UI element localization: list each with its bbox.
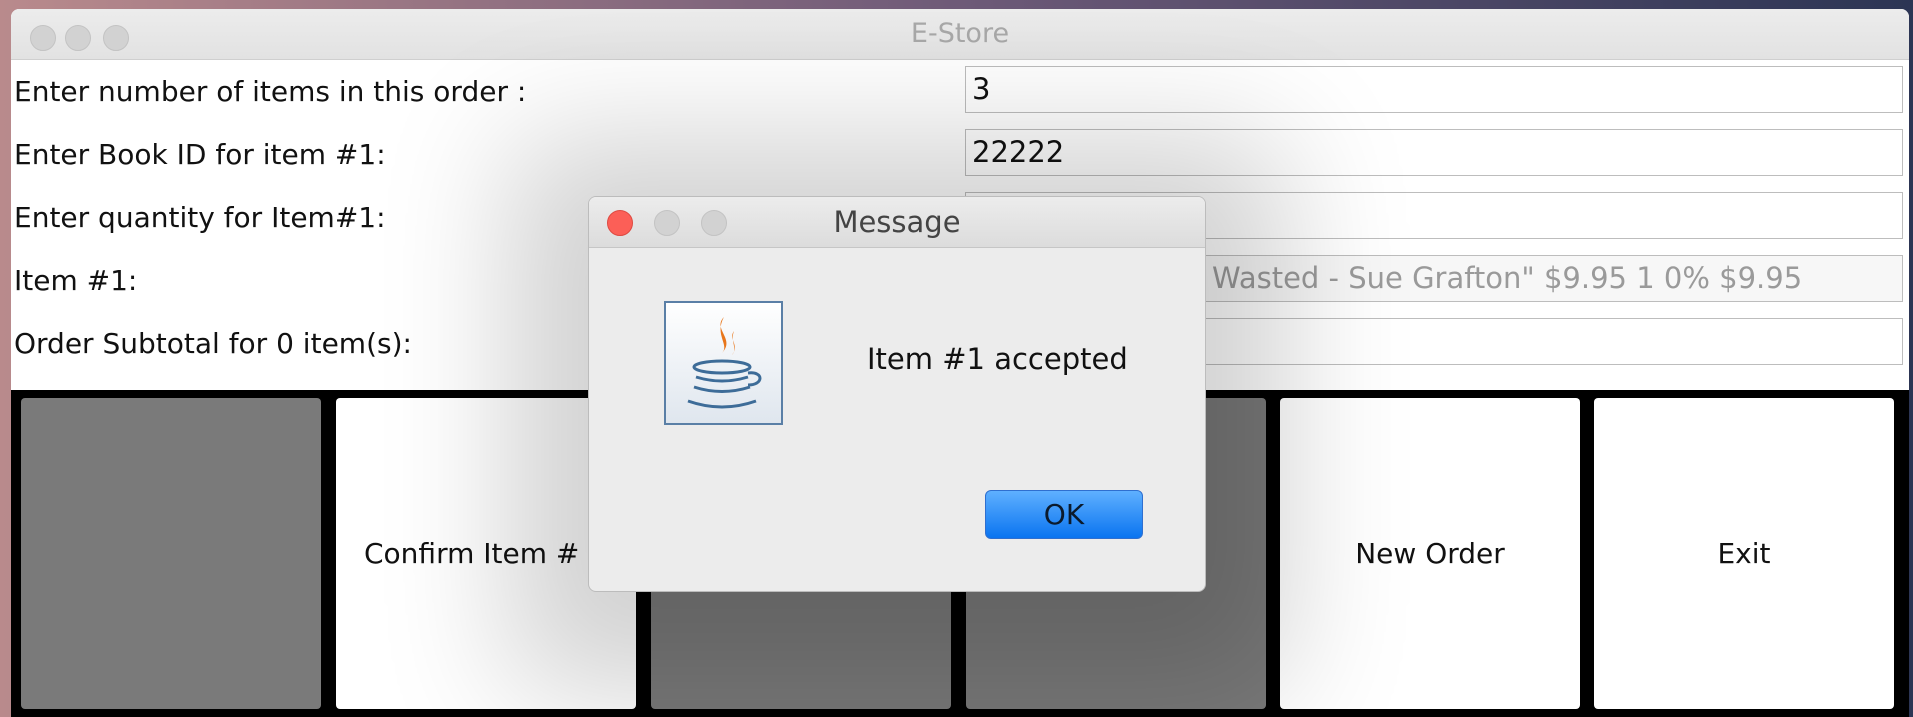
dialog-message: Item #1 accepted <box>867 342 1128 376</box>
process-item-button[interactable] <box>21 398 321 709</box>
items-count-label: Enter number of items in this order : <box>14 75 527 108</box>
items-count-field[interactable]: 3 <box>965 66 1903 113</box>
exit-button[interactable]: Exit <box>1594 398 1894 709</box>
message-dialog: Message Item #1 accepted OK <box>588 196 1206 592</box>
items-count-row: Enter number of items in this order : 3 <box>11 60 1909 123</box>
title-bar: E-Store <box>11 9 1909 60</box>
dialog-title-bar: Message <box>589 197 1205 248</box>
ok-button[interactable]: OK <box>985 490 1143 539</box>
dialog-title: Message <box>833 205 961 239</box>
book-id-field[interactable]: 22222 <box>965 129 1903 176</box>
item-info-value: Wasted - Sue Grafton" $9.95 1 0% $9.95 <box>1212 261 1803 295</box>
quantity-label: Enter quantity for Item#1: <box>14 201 386 234</box>
window-title: E-Store <box>910 18 1010 49</box>
new-order-button[interactable]: New Order <box>1280 398 1580 709</box>
subtotal-label: Order Subtotal for 0 item(s): <box>14 327 412 360</box>
java-coffee-icon <box>664 301 783 425</box>
book-id-label: Enter Book ID for item #1: <box>14 138 386 171</box>
book-id-row: Enter Book ID for item #1: 22222 <box>11 123 1909 186</box>
item-info-label: Item #1: <box>14 264 138 297</box>
